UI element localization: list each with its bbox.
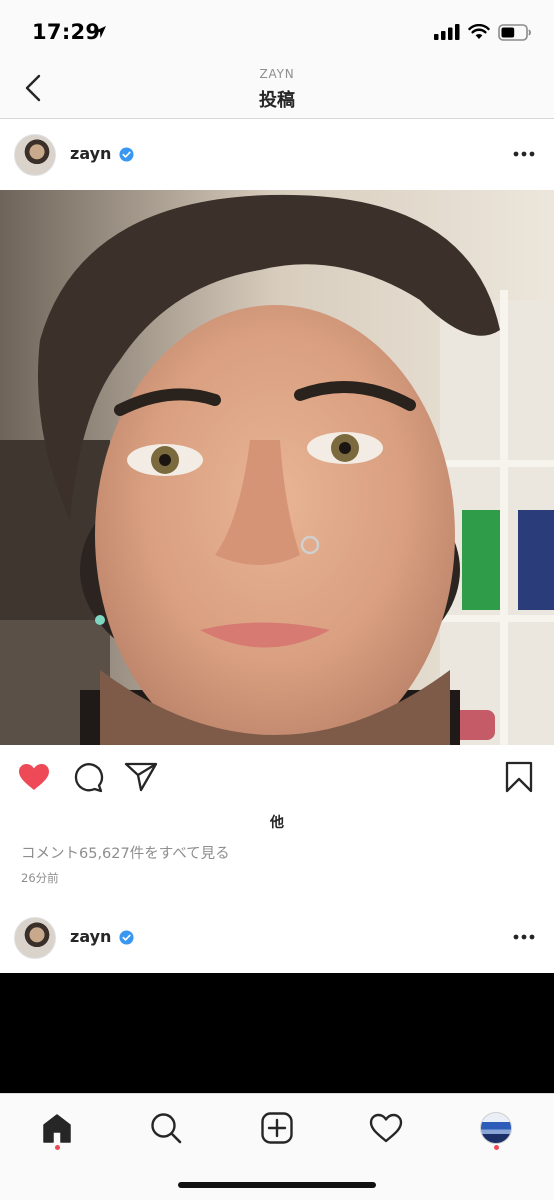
nav-subtitle: ZAYN: [259, 67, 295, 81]
next-post-media[interactable]: [0, 973, 554, 1093]
home-indicator: [178, 1182, 376, 1188]
home-notification-dot: [55, 1145, 60, 1150]
post-timestamp: 26分前: [21, 871, 59, 885]
save-button[interactable]: [501, 759, 537, 795]
ellipsis-icon: [513, 934, 535, 940]
tab-activity[interactable]: [364, 1106, 408, 1150]
heart-filled-icon: [19, 764, 49, 790]
avatar[interactable]: [14, 917, 56, 959]
search-icon: [151, 1113, 182, 1144]
likes-summary[interactable]: 他: [0, 812, 554, 832]
post-photo-image: [0, 190, 554, 745]
ellipsis-icon: [513, 151, 535, 157]
comment-button[interactable]: [70, 759, 106, 795]
like-button[interactable]: [16, 759, 52, 795]
share-button[interactable]: [123, 759, 159, 795]
home-icon: [43, 1114, 71, 1143]
status-indicators: [434, 22, 532, 42]
profile-notification-dot: [494, 1145, 499, 1150]
avatar[interactable]: [14, 134, 56, 176]
status-bar: 17:29: [0, 0, 554, 62]
post-photo[interactable]: [0, 190, 554, 745]
view-all-comments-link[interactable]: コメント65,627件をすべて見る: [21, 842, 230, 863]
profile-avatar-icon: [480, 1112, 512, 1144]
heart-outline-icon: [369, 1113, 403, 1143]
verified-badge-icon: [119, 930, 134, 945]
post-header: zayn: [0, 120, 554, 190]
bookmark-icon: [505, 761, 533, 793]
post-username[interactable]: zayn: [70, 144, 111, 163]
next-post-username[interactable]: zayn: [70, 927, 111, 946]
status-time: 17:29: [32, 20, 101, 44]
page-title: 投稿: [259, 90, 295, 111]
send-icon: [124, 762, 158, 792]
next-post-header: zayn: [0, 903, 554, 973]
battery-icon: [498, 23, 531, 41]
add-post-icon: [261, 1112, 293, 1144]
tab-new-post[interactable]: [255, 1106, 299, 1150]
verified-badge-icon: [119, 147, 134, 162]
tab-home[interactable]: [35, 1106, 79, 1150]
more-options-button[interactable]: [510, 925, 538, 949]
comment-icon: [74, 763, 104, 793]
more-options-button[interactable]: [510, 142, 538, 166]
wifi-icon: [468, 24, 490, 39]
tab-search[interactable]: [144, 1106, 188, 1150]
location-arrow-icon: [94, 26, 106, 38]
tab-profile[interactable]: [474, 1106, 518, 1150]
cellular-signal-icon: [434, 24, 460, 40]
nav-header: ZAYN 投稿: [0, 62, 554, 119]
post-actions: [0, 745, 554, 809]
